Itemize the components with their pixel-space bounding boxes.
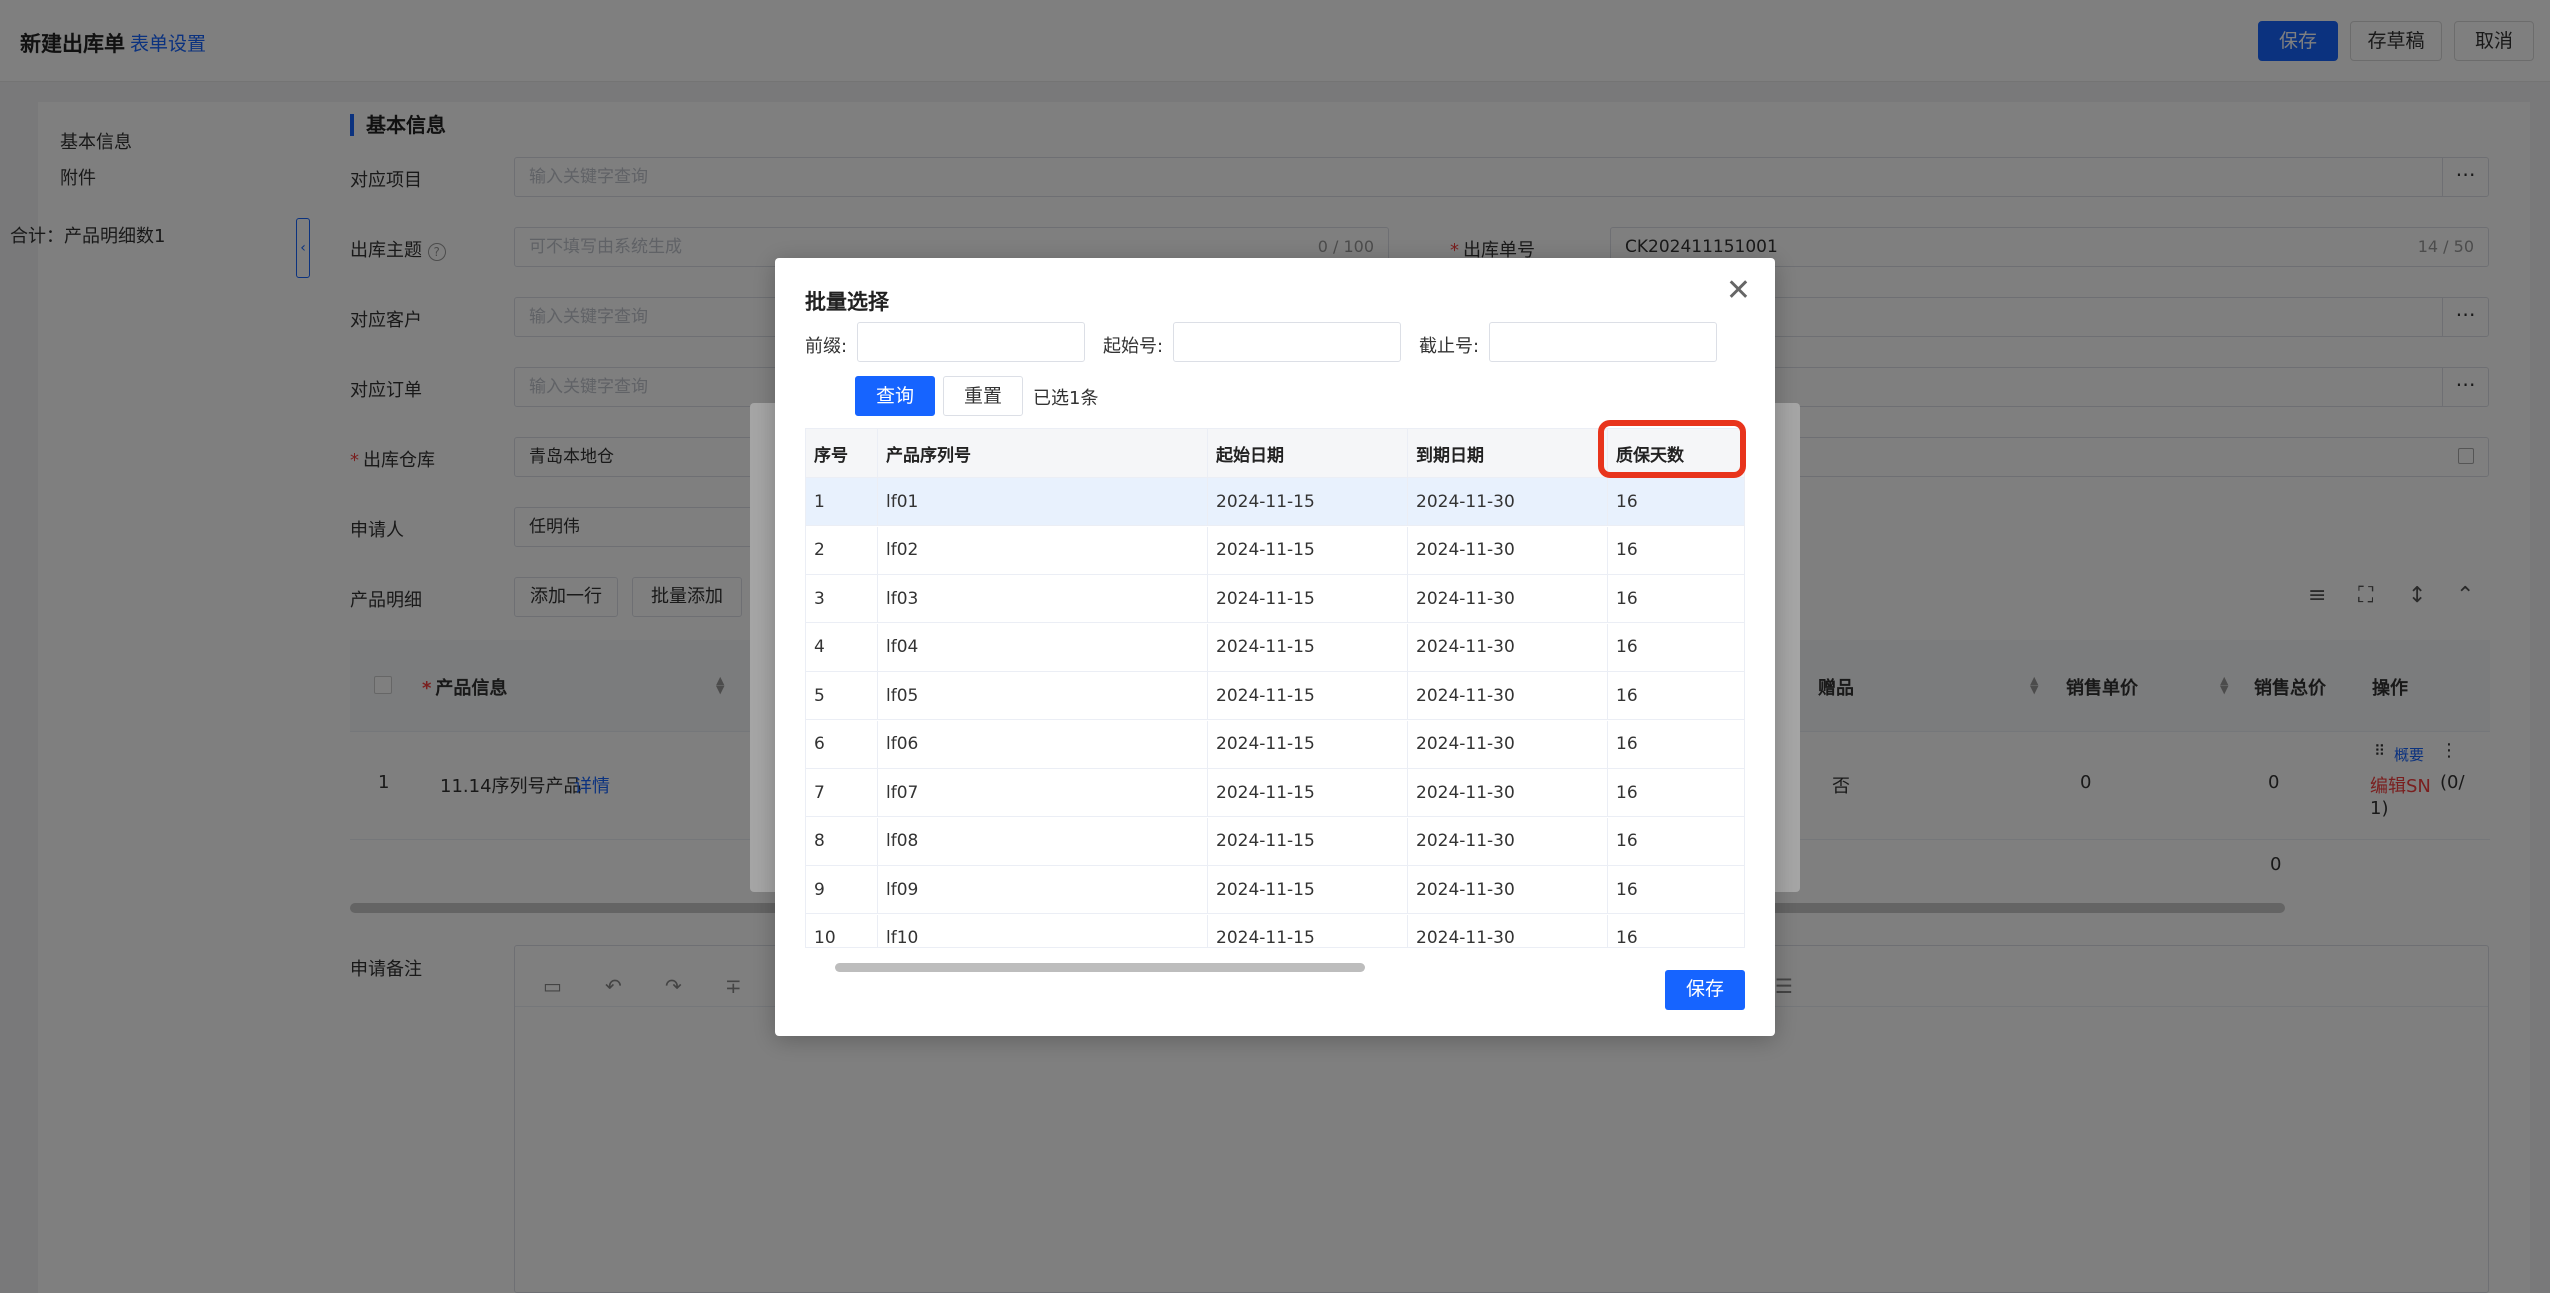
row-index: 2 — [806, 526, 878, 574]
row-start-date: 2024-11-15 — [1208, 720, 1408, 768]
row-serial: lf09 — [878, 866, 1208, 913]
row-index: 1 — [806, 478, 878, 525]
row-index: 5 — [806, 672, 878, 719]
row-end-date: 2024-11-30 — [1408, 478, 1608, 525]
serial-table-scrollbar[interactable] — [835, 963, 1365, 972]
row-serial: lf06 — [878, 720, 1208, 768]
row-index: 4 — [806, 623, 878, 671]
table-row[interactable]: 5 lf05 2024-11-15 2024-11-30 16 — [806, 672, 1744, 720]
start-no-input[interactable] — [1173, 322, 1401, 362]
row-start-date: 2024-11-15 — [1208, 478, 1408, 525]
row-warranty-days: 16 — [1616, 879, 1638, 900]
end-no-label: 截止号: — [1419, 336, 1480, 357]
row-serial: lf04 — [878, 623, 1208, 671]
row-warranty-days: 16 — [1616, 685, 1638, 706]
row-end-date: 2024-11-30 — [1408, 769, 1608, 816]
col-index: 序号 — [806, 429, 878, 477]
table-row[interactable]: 7 lf07 2024-11-15 2024-11-30 16 — [806, 769, 1744, 817]
table-row[interactable]: 9 lf09 2024-11-15 2024-11-30 16 — [806, 866, 1744, 914]
row-end-date: 2024-11-30 — [1408, 575, 1608, 622]
dialog-save-button[interactable]: 保存 — [1665, 970, 1745, 1010]
row-start-date: 2024-11-15 — [1208, 672, 1408, 719]
reset-button[interactable]: 重置 — [943, 376, 1023, 416]
row-start-date: 2024-11-15 — [1208, 769, 1408, 816]
row-index: 9 — [806, 866, 878, 913]
row-index: 6 — [806, 720, 878, 768]
row-warranty-days: 16 — [1616, 734, 1638, 754]
row-end-date: 2024-11-30 — [1408, 914, 1608, 947]
row-index: 3 — [806, 575, 878, 622]
table-row[interactable]: 10 lf10 2024-11-15 2024-11-30 16 — [806, 914, 1744, 948]
row-serial: lf05 — [878, 672, 1208, 719]
end-no-input[interactable] — [1489, 322, 1717, 362]
prefix-input[interactable] — [857, 322, 1085, 362]
row-serial: lf02 — [878, 526, 1208, 574]
serial-table: 序号 产品序列号 起始日期 到期日期 质保天数 1 lf01 2024-11-15 2… — [805, 428, 1745, 948]
prefix-label: 前缀: — [805, 336, 848, 357]
col-start-date: 起始日期 — [1208, 429, 1408, 477]
row-serial: lf08 — [878, 817, 1208, 865]
table-row[interactable]: 4 lf04 2024-11-15 2024-11-30 16 — [806, 623, 1744, 672]
dialog-title: 批量选择 — [805, 290, 889, 314]
row-warranty-days: 16 — [1616, 782, 1638, 803]
row-start-date: 2024-11-15 — [1208, 623, 1408, 671]
row-index: 7 — [806, 769, 878, 816]
row-index: 8 — [806, 817, 878, 865]
col-end-date: 到期日期 — [1408, 429, 1608, 477]
query-button[interactable]: 查询 — [855, 376, 935, 416]
table-row[interactable]: 6 lf06 2024-11-15 2024-11-30 16 — [806, 720, 1744, 769]
table-row[interactable]: 3 lf03 2024-11-15 2024-11-30 16 — [806, 575, 1744, 623]
col-serial: 产品序列号 — [878, 429, 1208, 477]
row-warranty-days: 16 — [1616, 491, 1638, 512]
row-end-date: 2024-11-30 — [1408, 866, 1608, 913]
row-index: 10 — [806, 914, 878, 947]
table-row[interactable]: 1 lf01 2024-11-15 2024-11-30 16 — [806, 478, 1744, 526]
row-serial: lf07 — [878, 769, 1208, 816]
row-serial: lf01 — [878, 478, 1208, 525]
row-end-date: 2024-11-30 — [1408, 817, 1608, 865]
row-warranty-days: 16 — [1616, 831, 1638, 851]
start-no-label: 起始号: — [1103, 336, 1164, 357]
close-icon[interactable]: ✕ — [1726, 276, 1751, 306]
row-start-date: 2024-11-15 — [1208, 866, 1408, 913]
row-start-date: 2024-11-15 — [1208, 575, 1408, 622]
table-row[interactable]: 2 lf02 2024-11-15 2024-11-30 16 — [806, 526, 1744, 575]
row-start-date: 2024-11-15 — [1208, 914, 1408, 947]
row-end-date: 2024-11-30 — [1408, 526, 1608, 574]
warranty-days-highlight — [1598, 420, 1746, 478]
row-start-date: 2024-11-15 — [1208, 526, 1408, 574]
row-end-date: 2024-11-30 — [1408, 720, 1608, 768]
row-start-date: 2024-11-15 — [1208, 817, 1408, 865]
row-warranty-days: 16 — [1616, 637, 1638, 657]
row-serial: lf10 — [878, 914, 1208, 947]
selected-count: 已选1条 — [1033, 388, 1099, 409]
row-serial: lf03 — [878, 575, 1208, 622]
row-warranty-days: 16 — [1616, 928, 1638, 948]
row-warranty-days: 16 — [1616, 540, 1638, 560]
row-end-date: 2024-11-30 — [1408, 623, 1608, 671]
row-end-date: 2024-11-30 — [1408, 672, 1608, 719]
batch-select-dialog: 批量选择 ✕ 前缀: 起始号: 截止号: 查询 重置 已选1条 序号 产品序列号… — [775, 258, 1775, 1036]
row-warranty-days: 16 — [1616, 588, 1638, 609]
table-row[interactable]: 8 lf08 2024-11-15 2024-11-30 16 — [806, 817, 1744, 866]
